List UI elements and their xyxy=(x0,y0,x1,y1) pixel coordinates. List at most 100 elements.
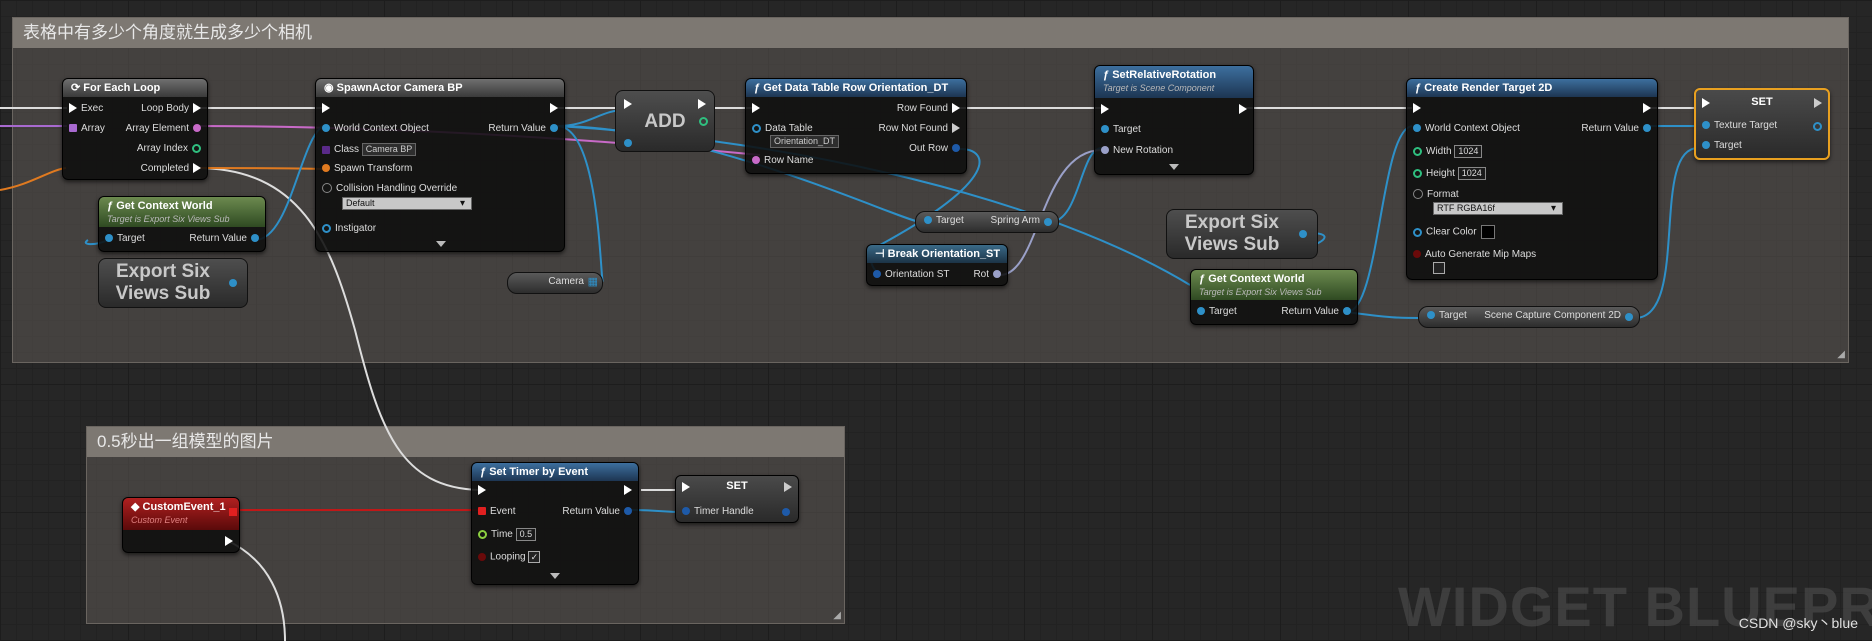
spawn-actor-node[interactable]: ◉ SpawnActor Camera BP World Context Obj… xyxy=(315,78,565,252)
return-value-pin[interactable]: Return Value xyxy=(488,123,562,135)
completed-pin[interactable]: Completed xyxy=(141,163,205,175)
create-render-target-2d-node[interactable]: ƒ Create Render Target 2D World Context … xyxy=(1406,78,1658,280)
row-found-pin[interactable]: Row Found xyxy=(897,103,964,115)
event-delegate-pin-icon[interactable] xyxy=(229,508,237,516)
break-orientation-node[interactable]: ⊣ Break Orientation_ST Orientation ST Ro… xyxy=(866,244,1008,286)
get-context-world-node[interactable]: ƒ Get Context World Target is Export Six … xyxy=(1190,269,1358,325)
event-pin[interactable]: Event xyxy=(474,506,516,518)
target-pin[interactable]: Target xyxy=(101,233,145,245)
expand-arrow-icon[interactable] xyxy=(550,573,560,579)
class-pin[interactable]: Class Camera BP xyxy=(318,143,417,156)
return-value-pin[interactable]: Return Value xyxy=(1281,306,1355,318)
array-index-pin[interactable]: Array Index xyxy=(137,143,205,155)
comment-title[interactable]: 0.5秒出一组模型的图片 xyxy=(87,427,844,457)
spring-arm-getter[interactable]: Target Spring Arm xyxy=(915,211,1059,233)
target-pin[interactable]: Target xyxy=(1097,124,1141,136)
resize-handle-icon[interactable]: ◢ xyxy=(1837,349,1845,360)
pin-dot-icon[interactable] xyxy=(624,139,632,147)
export-six-views-sub-self-node[interactable]: Export Six Views Sub xyxy=(1166,209,1318,259)
exec-pin-out[interactable] xyxy=(1235,104,1251,116)
world-context-pin[interactable]: World Context Object xyxy=(1409,123,1520,135)
timer-handle-pin[interactable]: Timer Handle xyxy=(678,506,754,518)
format-pin[interactable]: Format xyxy=(1409,189,1459,201)
looping-checkbox[interactable]: ✓ xyxy=(528,551,541,563)
for-each-loop-node[interactable]: ⟳ For Each Loop Exec Array Loop Body Arr… xyxy=(62,78,208,180)
row-not-found-pin[interactable]: Row Not Found xyxy=(879,123,964,135)
array-element-pin[interactable]: Array Element xyxy=(126,123,205,135)
comment-title[interactable]: 表格中有多少个角度就生成多少个相机 xyxy=(13,18,1848,48)
camera-variable-getter[interactable]: Camera ▦ xyxy=(507,272,603,294)
exec-pin-in[interactable]: Exec xyxy=(65,103,103,115)
new-rotation-pin[interactable]: New Rotation xyxy=(1097,145,1173,157)
expand-arrow-icon[interactable] xyxy=(436,241,446,247)
array-add-node[interactable]: ADD xyxy=(615,90,715,152)
exec-arrow-icon[interactable] xyxy=(682,482,690,492)
export-six-views-sub-self-node[interactable]: Export Six Views Sub xyxy=(98,258,248,308)
pin-dot-icon[interactable] xyxy=(229,279,237,287)
spawn-transform-pin[interactable]: Spawn Transform xyxy=(318,163,412,175)
world-context-pin[interactable]: World Context Object xyxy=(318,123,429,135)
exec-pin-out[interactable] xyxy=(620,485,636,497)
set-timer-handle-node[interactable]: SET Timer Handle xyxy=(675,475,799,523)
auto-mip-checkbox[interactable] xyxy=(1433,262,1445,274)
collision-pin[interactable]: Collision Handling Override xyxy=(318,183,457,195)
loop-body-pin[interactable]: Loop Body xyxy=(141,103,205,115)
data-table-pin[interactable]: Data Table xyxy=(748,123,813,135)
width-pin[interactable]: Width 1024 xyxy=(1409,145,1483,158)
target-pin[interactable]: Target xyxy=(1698,140,1742,152)
exec-arrow-icon[interactable] xyxy=(698,99,706,109)
custom-event-node[interactable]: ◆ CustomEvent_1 Custom Event xyxy=(122,497,240,553)
resize-handle-icon[interactable]: ◢ xyxy=(833,610,841,621)
exec-pin-in[interactable] xyxy=(318,103,334,115)
array-pin[interactable]: Array xyxy=(65,123,105,135)
height-input[interactable]: 1024 xyxy=(1457,167,1486,180)
clear-color-pin[interactable]: Clear Color xyxy=(1409,225,1495,239)
set-timer-by-event-node[interactable]: ƒ Set Timer by Event Event Return Value … xyxy=(471,462,639,585)
time-pin[interactable]: Time 0.5 xyxy=(474,528,537,541)
class-select[interactable]: Camera BP xyxy=(361,143,417,156)
row-name-pin[interactable]: Row Name xyxy=(748,155,813,167)
pin-dot-icon xyxy=(624,507,632,516)
exec-arrow-icon[interactable] xyxy=(1814,98,1822,108)
exec-pin-in[interactable] xyxy=(1097,104,1113,116)
width-input[interactable]: 1024 xyxy=(1454,145,1483,158)
collision-select[interactable]: Default xyxy=(342,197,472,210)
exec-arrow-icon[interactable] xyxy=(1702,98,1710,108)
pin-dot-icon[interactable] xyxy=(1813,122,1822,131)
expand-arrow-icon[interactable] xyxy=(1169,164,1179,170)
exec-pin-out[interactable] xyxy=(546,103,562,115)
target-pin[interactable]: Target xyxy=(1193,306,1237,318)
pin-dot-icon xyxy=(1413,189,1423,200)
format-select[interactable]: RTF RGBA16f xyxy=(1433,202,1563,215)
orientation-st-pin[interactable]: Orientation ST xyxy=(869,269,949,281)
exec-pin-in[interactable] xyxy=(1409,103,1425,115)
exec-pin-in[interactable] xyxy=(474,485,490,497)
out-row-pin[interactable]: Out Row xyxy=(909,143,964,155)
pin-dot-icon[interactable] xyxy=(699,117,708,126)
pin-dot-icon[interactable] xyxy=(782,508,790,516)
height-pin[interactable]: Height 1024 xyxy=(1409,167,1486,180)
pin-dot-icon[interactable] xyxy=(1299,230,1307,238)
set-relative-rotation-node[interactable]: ƒ SetRelativeRotation Target is Scene Com… xyxy=(1094,65,1254,175)
rot-pin[interactable]: Rot xyxy=(973,269,1005,281)
time-input[interactable]: 0.5 xyxy=(515,528,537,541)
exec-pin-out[interactable] xyxy=(1639,103,1655,115)
exec-arrow-icon[interactable] xyxy=(784,482,792,492)
return-value-pin[interactable]: Return Value xyxy=(1581,123,1655,135)
auto-mip-pin[interactable]: Auto Generate Mip Maps xyxy=(1409,249,1536,261)
instigator-pin[interactable]: Instigator xyxy=(318,223,376,235)
set-texture-target-node[interactable]: SET Texture Target Target xyxy=(1694,88,1830,160)
return-value-pin[interactable]: Return Value xyxy=(189,233,263,245)
exec-pin-in[interactable] xyxy=(748,103,764,115)
get-data-table-row-node[interactable]: ƒ Get Data Table Row Orientation_DT Row … xyxy=(745,78,967,174)
scene-capture-getter[interactable]: Target Scene Capture Component 2D xyxy=(1418,306,1640,328)
texture-target-pin[interactable]: Texture Target xyxy=(1698,120,1777,132)
pin-dot-icon xyxy=(1413,124,1421,133)
get-context-world-node[interactable]: ƒ Get Context World Target is Export Six … xyxy=(98,196,266,252)
exec-arrow-icon[interactable] xyxy=(624,99,632,109)
color-swatch[interactable] xyxy=(1480,225,1495,239)
data-table-select[interactable]: Orientation_DT xyxy=(770,135,840,148)
exec-arrow-icon[interactable] xyxy=(225,536,233,546)
return-value-pin[interactable]: Return Value xyxy=(562,506,636,518)
looping-pin[interactable]: Looping ✓ xyxy=(474,551,541,564)
